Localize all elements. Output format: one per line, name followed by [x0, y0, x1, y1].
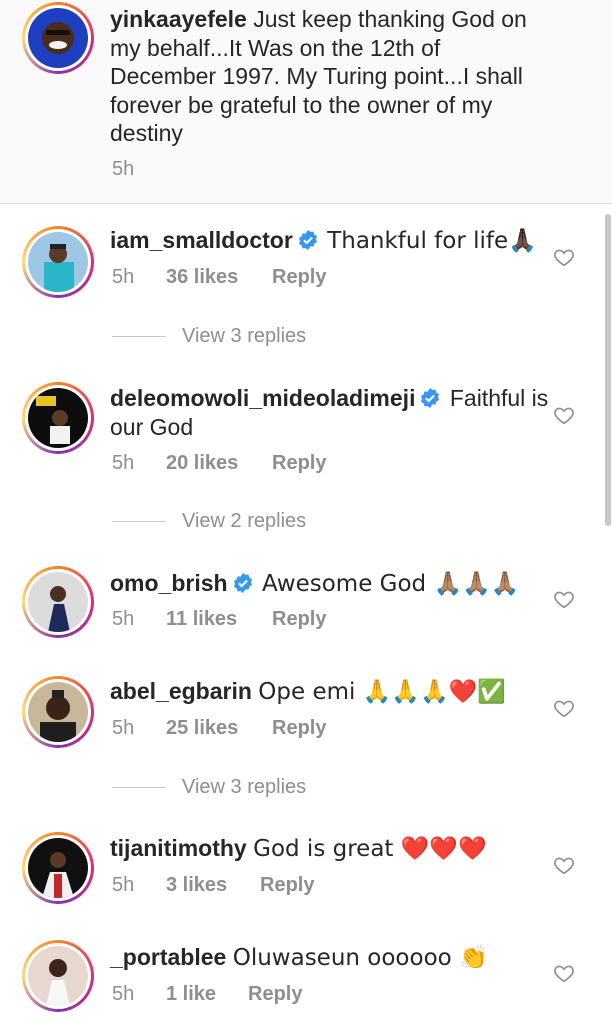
comment-text: abel_egbarin Ope emi 🙏🙏🙏❤️✅ [110, 677, 550, 707]
comment-time: 5h [112, 452, 135, 474]
avatar-deleomowoli[interactable] [22, 382, 94, 454]
avatar-iam-smalldoctor[interactable] [22, 226, 94, 298]
verified-badge-icon [297, 229, 319, 251]
comment-text: iam_smalldoctor Thankful for life🙏🏿 [110, 226, 550, 256]
avatar-portablee[interactable] [22, 940, 94, 1012]
divider-line [112, 336, 166, 337]
post-caption: yinkaayefele Just keep thanking God on m… [0, 0, 612, 204]
comment-username[interactable]: tijanitimothy [110, 835, 247, 861]
caption-text: yinkaayefele Just keep thanking God on m… [110, 5, 550, 148]
divider-line [112, 521, 166, 522]
comment-text: tijanitimothy God is great ❤️❤️❤️ [110, 834, 550, 864]
view-replies-button[interactable]: View 3 replies [112, 325, 306, 348]
avatar-omo-brish[interactable] [22, 566, 94, 638]
comment-time: 5h [112, 608, 135, 630]
avatar-tijanitimothy[interactable] [22, 832, 94, 904]
comment-username[interactable]: iam_smalldoctor [110, 227, 293, 253]
heart-outline-icon[interactable] [553, 246, 575, 268]
avatar-abel-egbarin[interactable] [22, 676, 94, 748]
comment-body: Thankful for life🙏🏿 [327, 228, 537, 254]
reply-button[interactable]: Reply [272, 608, 326, 631]
heart-outline-icon[interactable] [553, 588, 575, 610]
scrollbar[interactable] [605, 214, 611, 526]
caption-username[interactable]: yinkaayefele [110, 6, 247, 32]
comment-body: Awesome God 🙏🏽🙏🏽🙏🏽 [261, 571, 520, 597]
comment-username[interactable]: omo_brish [110, 570, 228, 596]
avatar-yinkaayefele[interactable] [22, 2, 94, 74]
view-replies-label: View 3 replies [182, 325, 307, 347]
comment-meta: 5h 3 likes Reply [112, 874, 314, 897]
comment-time: 5h [112, 266, 135, 288]
comment-meta: 5h 1 like Reply [112, 983, 302, 1006]
view-replies-button[interactable]: View 2 replies [112, 510, 306, 533]
view-replies-label: View 2 replies [182, 510, 307, 532]
likes-count[interactable]: 11 likes [166, 608, 272, 631]
view-replies-button[interactable]: View 3 replies [112, 776, 306, 799]
comment-time: 5h [112, 717, 135, 739]
heart-outline-icon[interactable] [553, 404, 575, 426]
heart-outline-icon[interactable] [553, 854, 575, 876]
likes-count[interactable]: 3 likes [166, 874, 260, 897]
divider-line [112, 787, 166, 788]
likes-count[interactable]: 36 likes [166, 266, 272, 289]
comment-body: Oluwaseun oooooo 👏 [232, 945, 488, 971]
reply-button[interactable]: Reply [272, 266, 326, 289]
comment-meta: 5h 25 likes Reply [112, 717, 326, 740]
likes-count[interactable]: 25 likes [166, 717, 272, 740]
heart-outline-icon[interactable] [553, 962, 575, 984]
view-replies-label: View 3 replies [182, 776, 307, 798]
comment-text: deleomowoli_mideoladimeji Faithful is ou… [110, 384, 550, 441]
comment-time: 5h [112, 874, 135, 896]
comment-meta: 5h 36 likes Reply [112, 266, 326, 289]
comment-time: 5h [112, 983, 135, 1005]
comment-username[interactable]: _portablee [110, 944, 226, 970]
comment-text: _portablee Oluwaseun oooooo 👏 [110, 943, 550, 973]
reply-button[interactable]: Reply [272, 452, 326, 475]
comment-username[interactable]: deleomowoli_mideoladimeji [110, 385, 415, 411]
comment-text: omo_brish Awesome God 🙏🏽🙏🏽🙏🏽 [110, 569, 550, 599]
comment-meta: 5h 20 likes Reply [112, 452, 326, 475]
verified-badge-icon [419, 387, 441, 409]
heart-outline-icon[interactable] [553, 697, 575, 719]
caption-meta: 5h [112, 158, 166, 181]
caption-time: 5h [112, 158, 135, 180]
likes-count[interactable]: 20 likes [166, 452, 272, 475]
reply-button[interactable]: Reply [260, 874, 314, 897]
likes-count[interactable]: 1 like [166, 983, 248, 1006]
reply-button[interactable]: Reply [248, 983, 302, 1006]
comment-body: God is great ❤️❤️❤️ [253, 836, 487, 862]
comment-username[interactable]: abel_egbarin [110, 678, 252, 704]
verified-badge-icon [232, 572, 254, 594]
comment-body: Ope emi 🙏🙏🙏❤️✅ [258, 679, 506, 705]
reply-button[interactable]: Reply [272, 717, 326, 740]
comment-meta: 5h 11 likes Reply [112, 608, 326, 631]
